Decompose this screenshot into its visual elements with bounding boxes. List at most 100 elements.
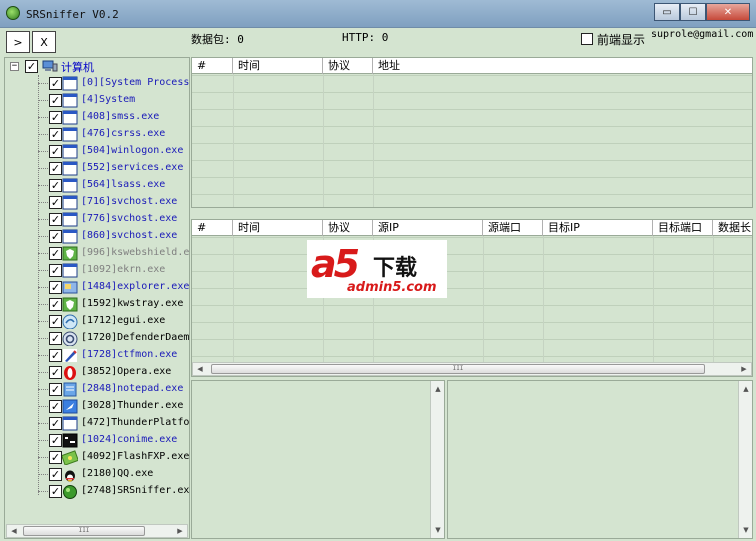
process-checkbox[interactable]: ✓ [49,230,62,243]
grid-divider [543,236,544,376]
request-detail-pane[interactable]: ▲ ▼ [191,380,445,539]
process-checkbox[interactable]: ✓ [49,281,62,294]
process-label: [776]svchost.exe [81,213,178,224]
process-checkbox[interactable]: ✓ [49,366,62,379]
process-item[interactable]: ✓ [716]svchost.exe [5,194,189,211]
process-checkbox[interactable]: ✓ [49,128,62,141]
maximize-button[interactable]: ☐ [680,3,706,21]
process-checkbox[interactable]: ✓ [49,145,62,158]
process-checkbox[interactable]: ✓ [49,264,62,277]
process-checkbox[interactable]: ✓ [49,196,62,209]
scroll-right-icon[interactable]: ▶ [173,525,187,537]
scroll-right-icon[interactable]: ▶ [737,363,751,375]
process-item[interactable]: ✓ [1592]kwstray.exe [5,296,189,313]
col-time[interactable]: 时间 [233,58,323,74]
col-data-length[interactable]: 数据长 [713,220,752,236]
process-checkbox[interactable]: ✓ [49,485,62,498]
process-checkbox[interactable]: ✓ [49,111,62,124]
process-item[interactable]: ✓ [2748]SRSniffer.ex [5,483,189,500]
col-index[interactable]: # [192,220,233,236]
process-item[interactable]: ✓ [4]System [5,92,189,109]
root-checkbox[interactable]: ✓ [25,60,38,73]
process-item[interactable]: ✓ [996]kswebshield.e [5,245,190,262]
collapse-icon[interactable]: − [10,62,19,71]
tree-branch-line [38,457,48,458]
process-checkbox[interactable]: ✓ [49,434,62,447]
tree-branch-line [38,117,48,118]
window-icon [62,110,78,125]
process-label: [996]kswebshield.e [81,247,190,258]
tree-horizontal-scrollbar[interactable]: ◀ III ▶ [6,524,188,538]
col-protocol[interactable]: 协议 [323,220,373,236]
process-item[interactable]: ✓ [1728]ctfmon.exe [5,347,189,364]
start-capture-button[interactable]: > [6,31,30,53]
process-item[interactable]: ✓ [564]lsass.exe [5,177,189,194]
process-checkbox[interactable]: ✓ [49,332,62,345]
process-label: [476]csrss.exe [81,128,166,139]
process-item[interactable]: ✓ [776]svchost.exe [5,211,189,228]
col-index[interactable]: # [192,58,233,74]
process-item[interactable]: ✓ [504]winlogon.exe [5,143,189,160]
process-item[interactable]: ✓ [472]ThunderPlatfo [5,415,189,432]
minimize-button[interactable]: ▭ [654,3,680,21]
process-item[interactable]: ✓ [2180]QQ.exe [5,466,189,483]
process-item[interactable]: ✓ [1720]DefenderDaem [5,330,189,347]
col-address[interactable]: 地址 [373,58,752,74]
process-item[interactable]: ✓ [552]services.exe [5,160,189,177]
process-checkbox[interactable]: ✓ [49,451,62,464]
process-checkbox[interactable]: ✓ [49,77,62,90]
process-item[interactable]: ✓ [1484]explorer.exe [5,279,189,296]
scroll-left-icon[interactable]: ◀ [7,525,21,537]
process-checkbox[interactable]: ✓ [49,247,62,260]
process-item[interactable]: ✓ [3852]Opera.exe [5,364,189,381]
scroll-up-icon[interactable]: ▲ [431,383,445,395]
packet-horizontal-scrollbar[interactable]: ◀ III ▶ [192,362,752,376]
process-checkbox[interactable]: ✓ [49,383,62,396]
process-tree[interactable]: − ✓ 计算机 ✓ [0][System Process ✓ [4]System ✓ [4… [4,57,190,539]
http-request-grid[interactable]: # 时间 协议 地址 [191,57,753,208]
process-checkbox[interactable]: ✓ [49,417,62,430]
process-checkbox[interactable]: ✓ [49,315,62,328]
process-item[interactable]: ✓ [3028]Thunder.exe [5,398,189,415]
process-item[interactable]: ✓ [1712]egui.exe [5,313,189,330]
scroll-down-icon[interactable]: ▼ [431,524,445,536]
close-button[interactable]: ✕ [706,3,750,21]
scroll-thumb[interactable]: III [211,364,705,374]
process-checkbox[interactable]: ✓ [49,213,62,226]
request-vertical-scrollbar[interactable]: ▲ ▼ [430,381,444,538]
col-protocol[interactable]: 协议 [323,58,373,74]
process-checkbox[interactable]: ✓ [49,179,62,192]
process-item[interactable]: ✓ [1092]ekrn.exe [5,262,189,279]
process-item[interactable]: ✓ [1024]conime.exe [5,432,189,449]
process-checkbox[interactable]: ✓ [49,298,62,311]
scroll-thumb[interactable]: III [23,526,145,536]
process-item[interactable]: ✓ [4092]FlashFXP.exe [5,449,189,466]
process-checkbox[interactable]: ✓ [49,94,62,107]
col-time[interactable]: 时间 [233,220,323,236]
process-item[interactable]: ✓ [408]smss.exe [5,109,189,126]
process-label: [2848]notepad.exe [81,383,184,394]
stop-capture-button[interactable]: X [32,31,56,53]
packet-grid[interactable]: # 时间 协议 源IP 源端口 目标IP 目标端口 数据长 ◀ III ▶ [191,219,753,377]
tree-root-computer[interactable]: − ✓ 计算机 [5,58,189,75]
col-source-ip[interactable]: 源IP [373,220,483,236]
process-item[interactable]: ✓ [860]svchost.exe [5,228,189,245]
col-dest-port[interactable]: 目标端口 [653,220,713,236]
title-bar[interactable]: SRSniffer V0.2 ▭ ☐ ✕ [0,0,756,28]
response-detail-pane[interactable]: ▲ ▼ [447,380,753,539]
col-dest-ip[interactable]: 目标IP [543,220,653,236]
foreground-checkbox[interactable] [581,33,593,45]
scroll-up-icon[interactable]: ▲ [739,383,753,395]
process-checkbox[interactable]: ✓ [49,162,62,175]
process-item[interactable]: ✓ [0][System Process [5,75,189,92]
scroll-down-icon[interactable]: ▼ [739,524,753,536]
process-checkbox[interactable]: ✓ [49,349,62,362]
scroll-left-icon[interactable]: ◀ [193,363,207,375]
process-checkbox[interactable]: ✓ [49,468,62,481]
window-title: SRSniffer V0.2 [26,8,119,21]
process-item[interactable]: ✓ [476]csrss.exe [5,126,189,143]
process-item[interactable]: ✓ [2848]notepad.exe [5,381,189,398]
response-vertical-scrollbar[interactable]: ▲ ▼ [738,381,752,538]
process-checkbox[interactable]: ✓ [49,400,62,413]
col-source-port[interactable]: 源端口 [483,220,543,236]
